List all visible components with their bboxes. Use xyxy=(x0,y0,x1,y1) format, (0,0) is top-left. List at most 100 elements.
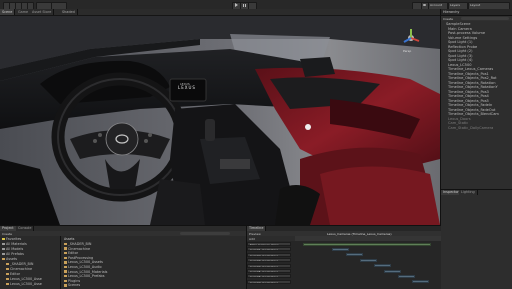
project-file-label: Plugins xyxy=(68,278,81,283)
hierarchy-item[interactable]: Timeline_Objects_Pos3 xyxy=(448,90,489,94)
timeline-clip[interactable] xyxy=(384,269,402,273)
project-tree-item[interactable]: All Materials xyxy=(2,242,27,246)
hierarchy-item[interactable]: Timeline_Objects_FadeIn xyxy=(448,103,492,107)
timeline-track[interactable]: Cam04 (Animator) xyxy=(247,263,291,268)
timeline-track[interactable]: Cam02 (Animator) xyxy=(247,252,291,257)
timeline-ruler[interactable] xyxy=(295,236,441,241)
project-tree-item[interactable]: All Prefabs xyxy=(2,252,24,256)
hierarchy-item[interactable]: Timeline_Objects_BlendCam xyxy=(448,112,499,116)
hierarchy-item[interactable]: Cam_Static xyxy=(448,121,468,125)
project-create-button[interactable]: Create xyxy=(2,232,12,236)
gizmo-label: Persp xyxy=(403,49,412,53)
hierarchy-header: Hierarchy xyxy=(441,9,512,16)
project-tree-label: All Models xyxy=(6,247,24,251)
hierarchy-item[interactable]: Post-process Volume xyxy=(448,31,485,35)
project-tree-item[interactable]: Editor xyxy=(6,272,20,276)
project-tree-item[interactable]: Assets xyxy=(2,257,17,261)
hierarchy-item[interactable]: Volume Settings xyxy=(448,36,477,40)
project-tree-item[interactable]: _SHADER_BIN xyxy=(6,262,33,266)
hierarchy-item[interactable]: Cam_Static_DollyCamera xyxy=(448,126,493,130)
project-breadcrumb[interactable]: Assets xyxy=(64,237,74,241)
project-tree-item[interactable]: Favorites xyxy=(2,237,21,241)
project-file-item[interactable]: Lexus_LC500_Assets xyxy=(64,260,103,264)
hierarchy-item[interactable]: Lexus_Doors xyxy=(448,117,471,121)
timeline-track[interactable]: Cam03 (Animator) xyxy=(247,258,291,263)
timeline-track[interactable]: Cam06 (Animator) xyxy=(247,274,291,279)
hierarchy-item[interactable]: Spot Light (3) xyxy=(448,54,473,58)
timeline-clip[interactable] xyxy=(345,253,363,257)
timeline-track[interactable]: Cam05 (Animator) xyxy=(247,269,291,273)
project-file-label: Lexus_LC500_Assets xyxy=(68,260,103,265)
project-file-label: Editor xyxy=(68,251,79,256)
project-file-label: Scenes xyxy=(68,283,81,288)
folder-icon xyxy=(6,262,9,266)
hierarchy-item[interactable]: Spot Light (2) xyxy=(448,49,473,53)
project-tree-item[interactable]: All Models xyxy=(2,247,23,251)
folder-icon xyxy=(64,242,67,246)
folder-icon xyxy=(64,279,67,282)
project-tree-label: Cinemachine xyxy=(10,267,33,271)
hierarchy-item[interactable]: Timeline_Objects_Pos1 xyxy=(448,72,489,76)
shading-dropdown[interactable]: Shaded xyxy=(60,9,78,15)
project-search-input[interactable] xyxy=(180,232,230,235)
project-file-item[interactable]: Editor xyxy=(64,251,78,255)
car-interior-render xyxy=(0,9,440,225)
folder-icon xyxy=(2,257,5,261)
star-icon xyxy=(2,237,5,241)
search-icon xyxy=(2,242,5,246)
timeline-track[interactable]: Cam01 (Animator) xyxy=(247,247,291,252)
hierarchy-item[interactable]: Lexus_LC500 xyxy=(448,63,472,67)
hierarchy-item[interactable]: Timeline_Objects_Pos4 xyxy=(448,94,489,98)
timeline-clip[interactable] xyxy=(303,242,431,246)
project-tree-item[interactable]: Cinemachine xyxy=(6,267,32,271)
project-file-item[interactable]: Lexus_LC500_Audio xyxy=(64,265,102,269)
tab-game[interactable]: Game xyxy=(16,9,32,15)
scene-view[interactable]: LEXUS LEXUS Persp xyxy=(0,9,440,225)
hierarchy-item[interactable]: Spot Light (1) xyxy=(448,40,473,44)
hierarchy-item[interactable]: Main Camera xyxy=(448,27,472,31)
hierarchy-item[interactable]: Timeline_Objects_Rotation xyxy=(448,81,495,85)
hierarchy-item[interactable]: SampleScene xyxy=(446,22,470,26)
timeline-clip[interactable] xyxy=(359,258,377,262)
project-file-item[interactable]: Scenes xyxy=(64,283,80,287)
project-tree-label: Favorites xyxy=(6,237,22,241)
hierarchy-create-button[interactable]: Create xyxy=(443,17,453,21)
tab-asset-store[interactable]: Asset Store xyxy=(30,9,55,15)
timeline-track[interactable]: Main Camera (Cine xyxy=(247,242,291,246)
folder-icon xyxy=(64,270,67,273)
hierarchy-item[interactable]: Timeline_Lexus_Cameras xyxy=(448,67,493,71)
project-toolbar: Create xyxy=(0,231,246,236)
folder-icon xyxy=(64,265,67,269)
timeline-clip[interactable] xyxy=(412,280,430,284)
hierarchy-search-input[interactable] xyxy=(461,17,509,20)
hierarchy-item[interactable]: Timeline_Objects_Pos2_Rot xyxy=(448,76,497,80)
hierarchy-item[interactable]: Timeline_Objects_RotationY xyxy=(448,85,498,89)
project-file-item[interactable]: PostProcessing xyxy=(64,256,93,260)
pause-icon xyxy=(243,3,246,7)
project-file-label: PostProcessing xyxy=(68,255,94,260)
project-file-item[interactable]: Lexus_LC500_Prefabs xyxy=(64,274,104,278)
timeline-clip[interactable] xyxy=(374,264,392,268)
project-file-item[interactable]: Plugins xyxy=(64,279,80,283)
project-tree-item[interactable]: Lexus_LC500_Asse xyxy=(6,277,42,281)
timeline-clip[interactable] xyxy=(331,247,349,251)
timeline-add-button[interactable]: Add xyxy=(249,237,255,241)
inspector-panel: Inspector Lighting xyxy=(440,189,512,289)
hierarchy-item[interactable]: Timeline_Objects_Pos5 xyxy=(448,99,489,103)
hierarchy-item[interactable]: Spot Light (4) xyxy=(448,58,473,62)
hierarchy-item[interactable]: Reflection Probe xyxy=(448,45,477,49)
orientation-gizmo[interactable] xyxy=(400,27,422,49)
hierarchy-item[interactable]: Timeline_Objects_FadeOut xyxy=(448,108,495,112)
timeline-clip[interactable] xyxy=(398,274,416,278)
tab-lighting[interactable]: Lighting xyxy=(459,190,478,195)
tab-scene[interactable]: Scene xyxy=(0,9,16,15)
project-file-item[interactable]: Lexus_LC500_Materials xyxy=(64,270,107,274)
project-file-item[interactable]: _SHADER_BIN xyxy=(64,242,91,246)
project-tree-item[interactable]: Lexus_LC500_Asse xyxy=(6,282,42,286)
timeline-track[interactable]: Cam07 (Animator) xyxy=(247,279,291,284)
project-tree-label: Lexus_LC500_Asse xyxy=(10,277,42,281)
project-file-item[interactable]: Cinemachine xyxy=(64,247,90,251)
folder-icon xyxy=(64,284,67,287)
project-tree-label: Editor xyxy=(10,272,21,276)
hierarchy-title[interactable]: Hierarchy xyxy=(443,10,459,14)
